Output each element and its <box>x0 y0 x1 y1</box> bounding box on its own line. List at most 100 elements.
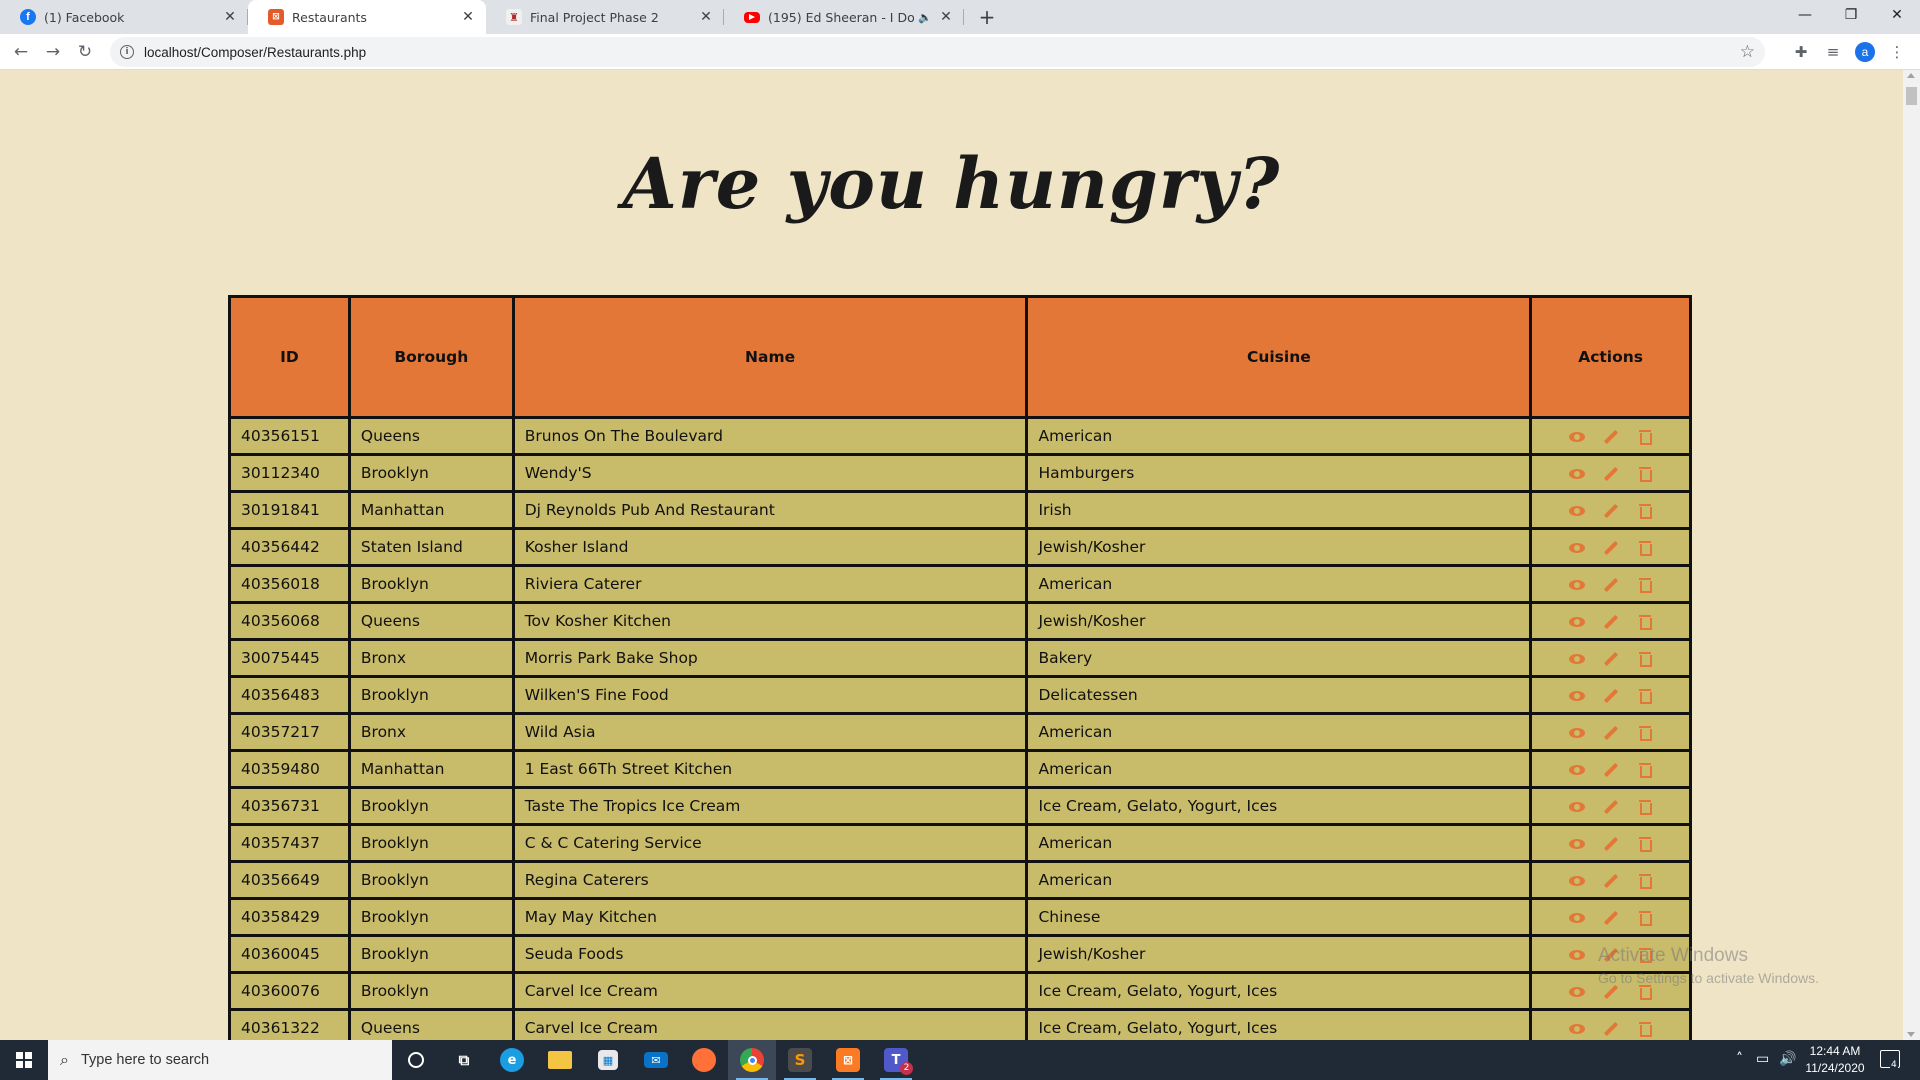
cell-actions <box>1529 564 1692 604</box>
file-explorer-icon[interactable] <box>536 1040 584 1080</box>
edit-icon[interactable] <box>1603 725 1619 741</box>
delete-icon[interactable] <box>1637 762 1653 778</box>
view-icon[interactable] <box>1568 910 1585 926</box>
bookmark-star-icon[interactable]: ☆ <box>1740 42 1755 62</box>
page-scrollbar[interactable] <box>1903 70 1920 1040</box>
view-icon[interactable] <box>1568 984 1585 1000</box>
volume-icon[interactable]: 🔊 <box>1779 1051 1796 1067</box>
view-icon[interactable] <box>1568 466 1585 482</box>
network-icon[interactable]: ▭ <box>1756 1051 1769 1067</box>
delete-icon[interactable] <box>1637 799 1653 815</box>
table-row: 40356442 Staten Island Kosher Island Jewish… <box>228 527 1692 567</box>
delete-icon[interactable] <box>1637 873 1653 889</box>
close-tab-icon[interactable]: ✕ <box>938 9 954 25</box>
view-icon[interactable] <box>1568 762 1585 778</box>
cell-name: Wilken'S Fine Food <box>511 675 1029 715</box>
media-control-icon[interactable]: ≡ <box>1823 42 1843 62</box>
edit-icon[interactable] <box>1603 873 1619 889</box>
close-tab-icon[interactable]: ✕ <box>698 9 714 25</box>
show-hidden-icons-icon[interactable]: ˄ <box>1736 1051 1743 1067</box>
edit-icon[interactable] <box>1603 1021 1619 1037</box>
new-tab-button[interactable]: + <box>976 6 998 28</box>
scrollbar-thumb[interactable] <box>1906 87 1917 105</box>
view-icon[interactable] <box>1568 1021 1585 1037</box>
close-tab-icon[interactable]: ✕ <box>460 9 476 25</box>
scroll-up-arrow-icon[interactable] <box>1907 73 1915 78</box>
profile-avatar[interactable]: a <box>1855 42 1875 62</box>
edit-icon[interactable] <box>1603 762 1619 778</box>
delete-icon[interactable] <box>1637 651 1653 667</box>
delete-icon[interactable] <box>1637 577 1653 593</box>
edit-icon[interactable] <box>1603 429 1619 445</box>
close-window-icon[interactable]: ✕ <box>1874 0 1920 30</box>
delete-icon[interactable] <box>1637 429 1653 445</box>
view-icon[interactable] <box>1568 614 1585 630</box>
cell-cuisine: American <box>1025 564 1533 604</box>
tab-facebook[interactable]: f (1) Facebook ✕ <box>0 0 248 34</box>
reload-icon[interactable]: ↻ <box>73 40 97 64</box>
cell-name: Kosher Island <box>511 527 1029 567</box>
scroll-down-arrow-icon[interactable] <box>1907 1032 1915 1037</box>
edit-icon[interactable] <box>1603 503 1619 519</box>
speaker-icon[interactable]: 🔈 <box>918 11 932 24</box>
edit-icon[interactable] <box>1603 466 1619 482</box>
taskbar-search[interactable]: ⌕ Type here to search <box>48 1040 392 1080</box>
edit-icon[interactable] <box>1603 577 1619 593</box>
delete-icon[interactable] <box>1637 836 1653 852</box>
delete-icon[interactable] <box>1637 466 1653 482</box>
edit-icon[interactable] <box>1603 651 1619 667</box>
minimize-icon[interactable]: — <box>1782 0 1828 30</box>
edit-icon[interactable] <box>1603 799 1619 815</box>
cell-name: C & C Catering Service <box>511 823 1029 863</box>
delete-icon[interactable] <box>1637 725 1653 741</box>
edit-icon[interactable] <box>1603 614 1619 630</box>
view-icon[interactable] <box>1568 540 1585 556</box>
delete-icon[interactable] <box>1637 1021 1653 1037</box>
teams-icon[interactable]: T2 <box>872 1040 920 1080</box>
task-view-icon[interactable]: ⧉ <box>440 1040 488 1080</box>
edit-icon[interactable] <box>1603 540 1619 556</box>
cortana-icon[interactable] <box>392 1040 440 1080</box>
activate-windows-watermark: Activate Windows Go to Settings to activ… <box>1598 945 1819 986</box>
chrome-icon[interactable] <box>728 1040 776 1080</box>
delete-icon[interactable] <box>1637 540 1653 556</box>
view-icon[interactable] <box>1568 873 1585 889</box>
close-tab-icon[interactable]: ✕ <box>222 9 238 25</box>
notification-count: 4 <box>1890 1060 1898 1070</box>
start-button[interactable] <box>0 1040 48 1080</box>
site-info-icon[interactable]: i <box>120 45 134 59</box>
mail-icon[interactable]: ✉ <box>632 1040 680 1080</box>
view-icon[interactable] <box>1568 503 1585 519</box>
tab-final-project[interactable]: ♜ Final Project Phase 2 ✕ <box>486 0 724 34</box>
tab-youtube[interactable]: (195) Ed Sheeran - I Don't Ca 🔈 ✕ <box>724 0 964 34</box>
tab-restaurants[interactable]: ⊠ Restaurants ✕ <box>248 0 486 34</box>
delete-icon[interactable] <box>1637 614 1653 630</box>
view-icon[interactable] <box>1568 577 1585 593</box>
delete-icon[interactable] <box>1637 503 1653 519</box>
delete-icon[interactable] <box>1637 910 1653 926</box>
xampp-icon[interactable]: ⊠ <box>824 1040 872 1080</box>
firefox-icon[interactable] <box>680 1040 728 1080</box>
table-row: 40361322 Queens Carvel Ice Cream Ice Cream,… <box>228 1008 1692 1040</box>
address-bar[interactable]: i localhost/Composer/Restaurants.php ☆ <box>110 37 1765 67</box>
view-icon[interactable] <box>1568 836 1585 852</box>
menu-icon[interactable]: ⋮ <box>1887 42 1907 62</box>
view-icon[interactable] <box>1568 429 1585 445</box>
edit-icon[interactable] <box>1603 836 1619 852</box>
view-icon[interactable] <box>1568 688 1585 704</box>
restore-icon[interactable]: ❐ <box>1828 0 1874 30</box>
store-icon[interactable]: ▦ <box>584 1040 632 1080</box>
back-icon[interactable]: ← <box>9 40 33 64</box>
edit-icon[interactable] <box>1603 910 1619 926</box>
view-icon[interactable] <box>1568 651 1585 667</box>
taskbar-clock[interactable]: 12:44 AM 11/24/2020 <box>1800 1043 1870 1077</box>
view-icon[interactable] <box>1568 799 1585 815</box>
edit-icon[interactable] <box>1603 688 1619 704</box>
extensions-icon[interactable]: ✚ <box>1791 42 1811 62</box>
forward-icon[interactable]: → <box>41 40 65 64</box>
sublime-icon[interactable]: S <box>776 1040 824 1080</box>
edge-icon[interactable]: e <box>488 1040 536 1080</box>
delete-icon[interactable] <box>1637 688 1653 704</box>
view-icon[interactable] <box>1568 947 1585 963</box>
view-icon[interactable] <box>1568 725 1585 741</box>
